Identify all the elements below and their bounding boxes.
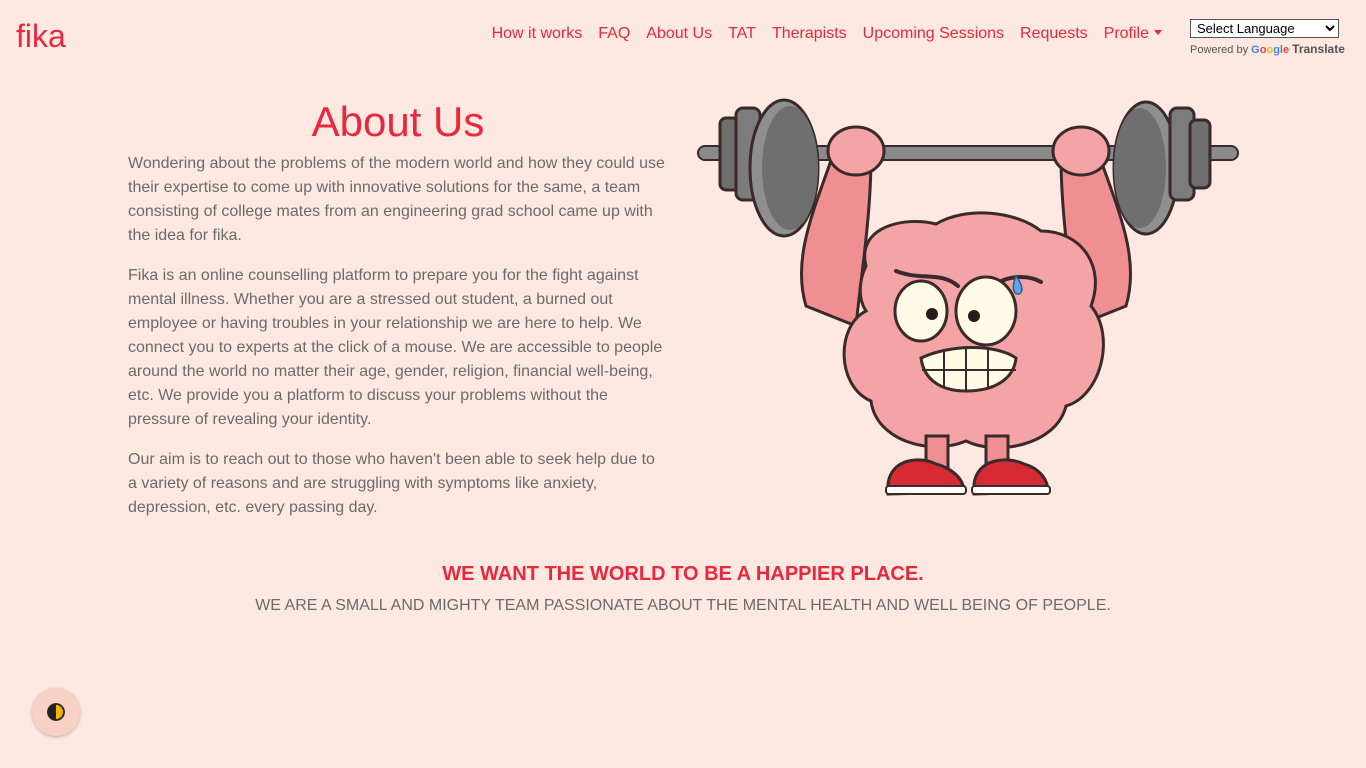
- brain-lifting-illustration: [696, 96, 1241, 500]
- accessibility-button[interactable]: [32, 688, 80, 736]
- contrast-toggle-icon: [47, 703, 65, 721]
- about-paragraph-3: Our aim is to reach out to those who hav…: [128, 451, 655, 516]
- nav-therapists[interactable]: Therapists: [764, 24, 855, 44]
- powered-by-text: Powered by: [1190, 44, 1249, 56]
- brain-weightlifter-icon: [697, 98, 1239, 496]
- brand-logo[interactable]: fika: [16, 18, 66, 55]
- nav-tat[interactable]: TAT: [720, 24, 764, 44]
- nav-upcoming-sessions[interactable]: Upcoming Sessions: [855, 24, 1012, 44]
- about-paragraph-2: Fika is an online counselling platform t…: [128, 267, 663, 428]
- nav-profile-label: Profile: [1103, 25, 1149, 42]
- page-title: About Us: [311, 98, 485, 145]
- language-select[interactable]: Select Language: [1190, 19, 1339, 38]
- powered-by-google: Powered by Google Translate: [1190, 42, 1345, 56]
- sub-tagline: WE ARE A SMALL AND MIGHTY TEAM PASSIONAT…: [255, 597, 1111, 614]
- navbar: fika How it works FAQ About Us TAT Thera…: [0, 0, 1366, 72]
- caret-down-icon: [1154, 30, 1162, 35]
- nav-requests[interactable]: Requests: [1012, 24, 1096, 44]
- about-section: About Us Wondering about the problems of…: [128, 96, 668, 536]
- google-translate-widget: Select Language Powered by Google Transl…: [1190, 19, 1345, 56]
- nav-about-us[interactable]: About Us: [638, 24, 720, 44]
- about-paragraph-1: Wondering about the problems of the mode…: [128, 155, 665, 244]
- nav-faq[interactable]: FAQ: [590, 24, 638, 44]
- translate-link[interactable]: Translate: [1292, 42, 1345, 56]
- tagline: WE WANT THE WORLD TO BE A HAPPIER PLACE.: [442, 563, 924, 585]
- nav-links: How it works FAQ About Us TAT Therapists…: [484, 24, 1170, 44]
- nav-profile-dropdown[interactable]: Profile: [1096, 24, 1170, 44]
- google-logo: Google: [1251, 44, 1290, 56]
- nav-how-it-works[interactable]: How it works: [484, 24, 591, 44]
